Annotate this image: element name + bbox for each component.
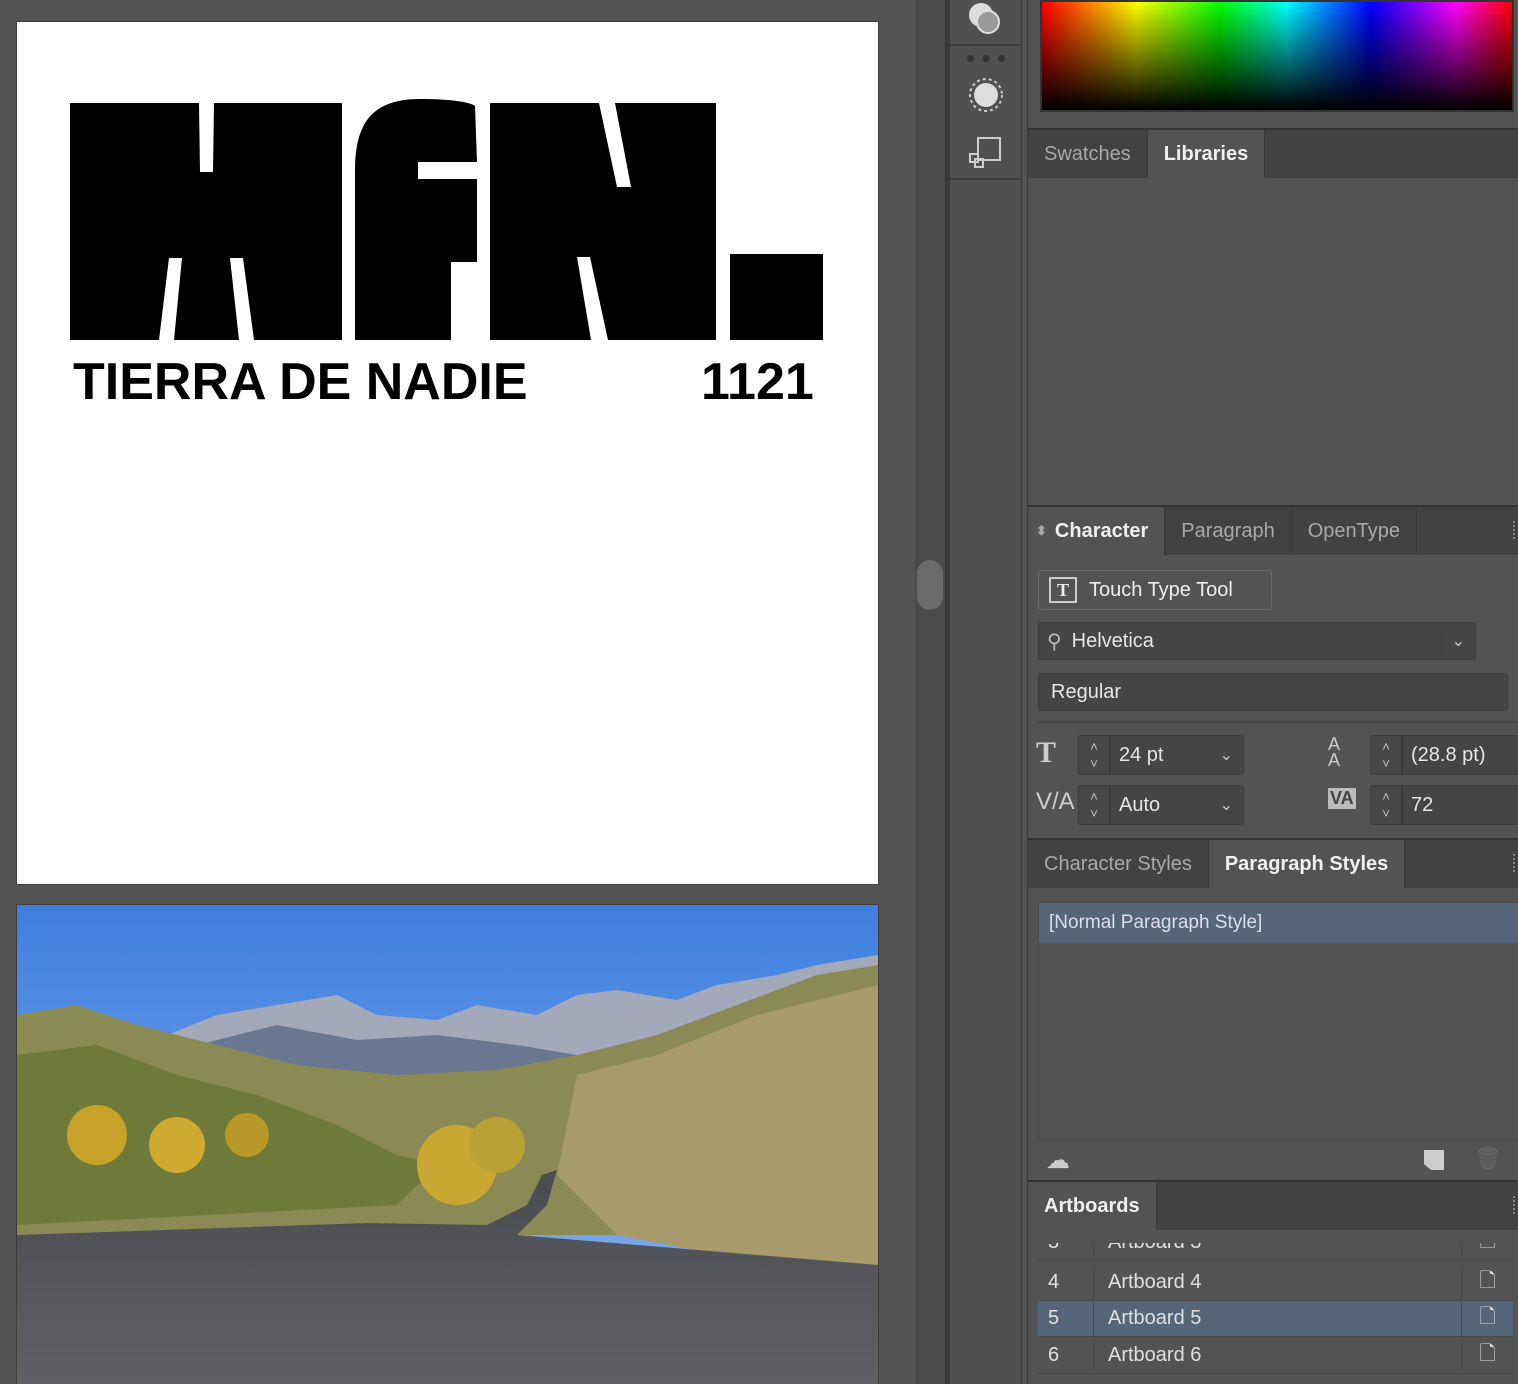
trash-icon[interactable]: 🗑 <box>1474 1146 1502 1172</box>
artboard-options-icon[interactable]: 🗋 <box>1461 1265 1513 1300</box>
scrollbar-thumb[interactable] <box>917 560 943 610</box>
subtitle-text: TIERRA DE NADIE <box>73 353 528 411</box>
panel-menu-icon[interactable] <box>1513 1196 1517 1214</box>
font-family-value: Helvetica <box>1071 629 1154 652</box>
touch-type-icon: T <box>1049 577 1077 603</box>
tab-opentype[interactable]: OpenType <box>1292 507 1417 555</box>
color-spectrum[interactable] <box>1040 0 1514 112</box>
cloud-sync-icon[interactable]: ☁ <box>1046 1146 1070 1175</box>
tab-artboards[interactable]: Artboards <box>1028 1182 1157 1230</box>
artboard-options-icon[interactable]: 🗋 <box>1461 1338 1513 1373</box>
vertical-scrollbar[interactable] <box>915 0 945 1384</box>
row-name: Artboard 3 <box>1094 1243 1461 1254</box>
collapse-icon: ⬍ <box>1036 523 1047 538</box>
tab-character[interactable]: ⬍ Character <box>1028 507 1166 555</box>
row-number: 5 <box>1038 1301 1094 1336</box>
artboard-row[interactable]: 4 Artboard 4 🗋 <box>1038 1265 1513 1301</box>
row-number: 6 <box>1038 1338 1094 1373</box>
leading-icon: AA <box>1328 734 1341 770</box>
font-style-field[interactable]: Regular <box>1038 673 1508 711</box>
collapsed-panel-strip <box>950 0 1022 1384</box>
artboards-list: 3Artboard 3🗋 4Artboard 4🗋 5Artboard 5🗋 6… <box>1028 1243 1518 1384</box>
chevron-down-icon[interactable]: ⌄ <box>1220 795 1233 815</box>
landscape-photo <box>17 905 878 1384</box>
artboard-2[interactable] <box>17 905 878 1384</box>
list-item[interactable]: [Normal Paragraph Style] <box>1039 903 1518 943</box>
row-number: 3 <box>1038 1243 1094 1260</box>
artboard-options-icon[interactable]: 🗋 <box>1461 1301 1513 1336</box>
font-size-value: 24 pt <box>1119 743 1164 766</box>
tab-paragraph-styles[interactable]: Paragraph Styles <box>1208 840 1406 888</box>
brush-icon[interactable] <box>950 72 1022 118</box>
search-icon: ⚲ <box>1047 630 1062 653</box>
touch-type-label: Touch Type Tool <box>1089 578 1233 601</box>
paragraph-styles-list: [Normal Paragraph Style] <box>1038 902 1518 1140</box>
leading-value: (28.8 pt) <box>1411 743 1486 766</box>
row-name: Artboard 4 <box>1108 1271 1202 1293</box>
artboard-1[interactable]: TIERRA DE NADIE 1121 <box>17 22 878 884</box>
panel-menu-icon[interactable] <box>1513 521 1517 539</box>
tracking-field[interactable]: 72 <box>1402 785 1518 825</box>
tab-paragraph[interactable]: Paragraph <box>1165 507 1292 555</box>
styles-tabbar: Character Styles Paragraph Styles <box>1028 838 1518 888</box>
leading-stepper[interactable]: ˄ ˅ <box>1370 735 1402 775</box>
drag-grip[interactable] <box>967 55 1005 62</box>
kerning-value: Auto <box>1119 793 1161 816</box>
font-size-stepper[interactable]: ˄ ˅ <box>1078 735 1110 775</box>
font-size-icon: T <box>1036 736 1057 769</box>
font-size-field[interactable]: 24 pt ⌄ <box>1110 735 1244 775</box>
swatches-tabbar: Swatches Libraries <box>1028 128 1518 178</box>
separator <box>1038 721 1518 723</box>
leading-field[interactable]: (28.8 pt) <box>1402 735 1518 775</box>
kerning-field[interactable]: Auto ⌄ <box>1110 785 1244 825</box>
row-name: Artboard 6 <box>1108 1344 1202 1366</box>
new-style-icon[interactable] <box>1424 1150 1444 1170</box>
kerning-stepper[interactable]: ˄ ˅ <box>1078 785 1110 825</box>
tracking-icon: VA <box>1328 788 1356 809</box>
tab-swatches[interactable]: Swatches <box>1028 130 1148 178</box>
hfn-logo <box>70 99 823 340</box>
tracking-stepper[interactable]: ˄ ˅ <box>1370 785 1402 825</box>
artboard-row-selected[interactable]: 5 Artboard 5 🗋 <box>1038 1301 1513 1337</box>
artboard-row[interactable]: 6 Artboard 6 🗋 <box>1038 1338 1513 1374</box>
touch-type-tool-button[interactable]: T Touch Type Tool <box>1038 570 1272 610</box>
artboards-tabbar: Artboards <box>1028 1180 1518 1230</box>
artboard-options-icon[interactable]: 🗋 <box>1461 1243 1513 1260</box>
font-family-field[interactable]: ⚲ Helvetica ⌄ <box>1038 622 1476 660</box>
tab-libraries[interactable]: Libraries <box>1147 130 1266 178</box>
tab-character-styles[interactable]: Character Styles <box>1028 840 1209 888</box>
font-style-value: Regular <box>1051 680 1122 703</box>
right-panels: Swatches Libraries ⬍ Character Paragraph … <box>1027 0 1518 1384</box>
row-name: Artboard 5 <box>1108 1307 1202 1329</box>
tab-character-label: Character <box>1054 519 1149 542</box>
panel-menu-icon[interactable] <box>1513 854 1517 872</box>
appearance-icon[interactable] <box>950 0 1022 46</box>
artboard-row[interactable]: 3Artboard 3🗋 <box>1038 1243 1513 1261</box>
character-tabbar: ⬍ Character Paragraph OpenType <box>1028 505 1518 555</box>
kerning-icon: V/A <box>1036 788 1075 815</box>
chevron-down-icon[interactable]: ⌄ <box>1220 745 1233 765</box>
row-number: 4 <box>1038 1265 1094 1300</box>
document-canvas[interactable]: TIERRA DE NADIE 1121 <box>0 0 915 1384</box>
chevron-down-icon[interactable]: ⌄ <box>1440 631 1465 651</box>
transform-icon[interactable] <box>950 126 1022 180</box>
number-text: 1121 <box>701 353 814 411</box>
tracking-value: 72 <box>1411 793 1434 816</box>
